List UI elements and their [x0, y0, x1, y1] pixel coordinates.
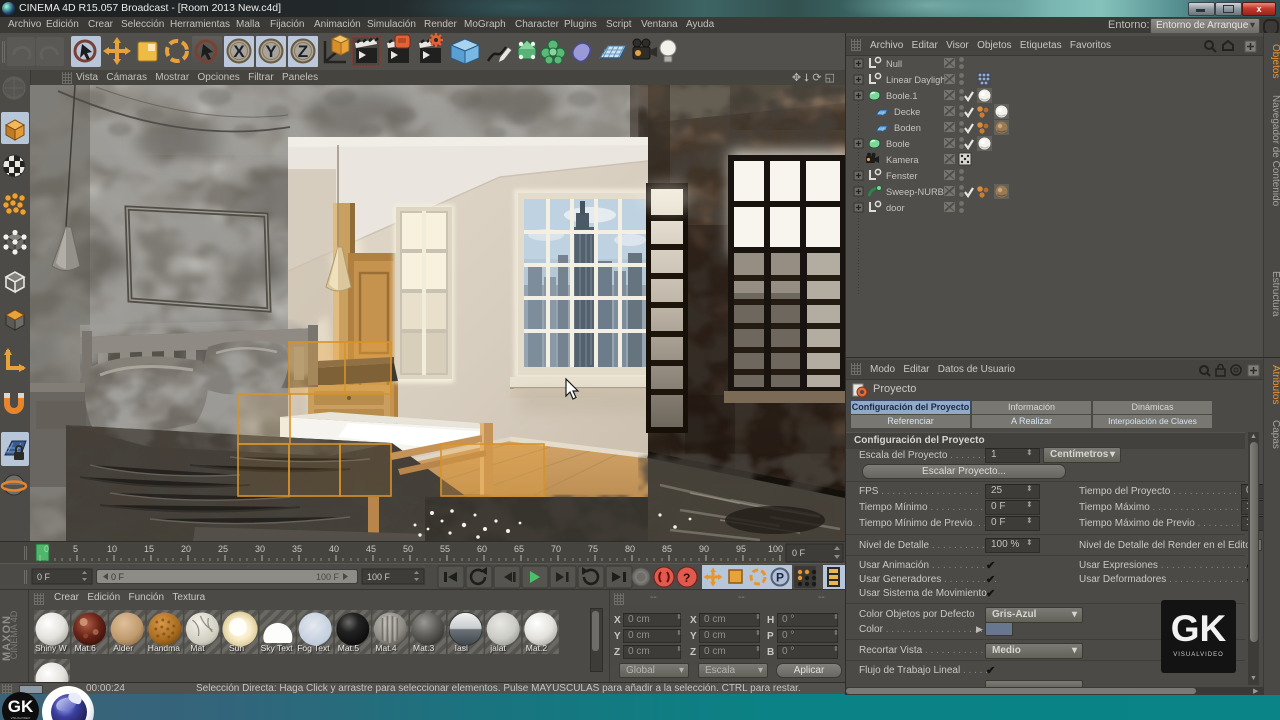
- svg-text:Decke: Decke: [894, 107, 920, 117]
- svg-text:Sky Text: Sky Text: [261, 643, 294, 653]
- svg-text:60: 60: [477, 544, 487, 554]
- svg-text:40: 40: [329, 544, 339, 554]
- svg-text:Shiny W: Shiny W: [35, 643, 67, 653]
- svg-text:Mat: Mat: [190, 643, 205, 653]
- svg-text:15: 15: [144, 544, 154, 554]
- svg-text:25: 25: [218, 544, 228, 554]
- svg-text:70: 70: [551, 544, 561, 554]
- svg-text:P: P: [776, 571, 784, 585]
- svg-text:85: 85: [662, 544, 672, 554]
- svg-text:Sun: Sun: [229, 643, 244, 653]
- svg-text:Fog Text: Fog Text: [297, 643, 330, 653]
- svg-text:10: 10: [107, 544, 117, 554]
- svg-text:Boole: Boole: [886, 139, 910, 149]
- svg-text:Mat.6: Mat.6: [75, 643, 97, 653]
- svg-text:Alder: Alder: [113, 643, 133, 653]
- svg-text:20: 20: [181, 544, 191, 554]
- svg-text:90: 90: [699, 544, 709, 554]
- svg-text:Null: Null: [886, 59, 902, 69]
- svg-text:0: 0: [44, 544, 49, 554]
- svg-text:35: 35: [292, 544, 302, 554]
- svg-text:door: door: [886, 203, 905, 213]
- svg-text:Mat.4: Mat.4: [375, 643, 397, 653]
- svg-text:95: 95: [736, 544, 746, 554]
- svg-text:0 F: 0 F: [792, 548, 806, 558]
- svg-text:0 F: 0 F: [111, 572, 125, 582]
- svg-text:Mat.2: Mat.2: [526, 643, 548, 653]
- svg-text:100 F: 100 F: [367, 572, 391, 582]
- svg-text:Linear Daylight: Linear Daylight: [886, 75, 948, 85]
- svg-text:45: 45: [366, 544, 376, 554]
- svg-text:Boden: Boden: [894, 123, 921, 133]
- svg-text:Boole.1: Boole.1: [886, 91, 918, 101]
- svg-text:65: 65: [514, 544, 524, 554]
- svg-text:5: 5: [73, 544, 78, 554]
- svg-text:75: 75: [588, 544, 598, 554]
- svg-text:50: 50: [403, 544, 413, 554]
- svg-text:30: 30: [255, 544, 265, 554]
- svg-text:Y: Y: [265, 42, 277, 61]
- svg-text:?: ?: [683, 571, 690, 585]
- svg-text:Handma: Handma: [148, 643, 180, 653]
- svg-text:Sweep-NURBS: Sweep-NURBS: [886, 187, 950, 197]
- svg-text:Mat.5: Mat.5: [338, 643, 360, 653]
- svg-text:X: X: [233, 42, 245, 61]
- svg-text:55: 55: [440, 544, 450, 554]
- svg-text:Iasi: Iasi: [455, 643, 468, 653]
- svg-text:Fenster: Fenster: [886, 171, 918, 181]
- svg-text:Z: Z: [298, 42, 308, 61]
- svg-text:Kamera: Kamera: [886, 155, 919, 165]
- svg-text:100: 100: [768, 544, 783, 554]
- svg-text:Mat.3: Mat.3: [413, 643, 435, 653]
- svg-text:80: 80: [625, 544, 635, 554]
- svg-text:0 F: 0 F: [37, 572, 51, 582]
- svg-text:jalat: jalat: [489, 643, 506, 653]
- svg-text:100 F: 100 F: [316, 572, 340, 582]
